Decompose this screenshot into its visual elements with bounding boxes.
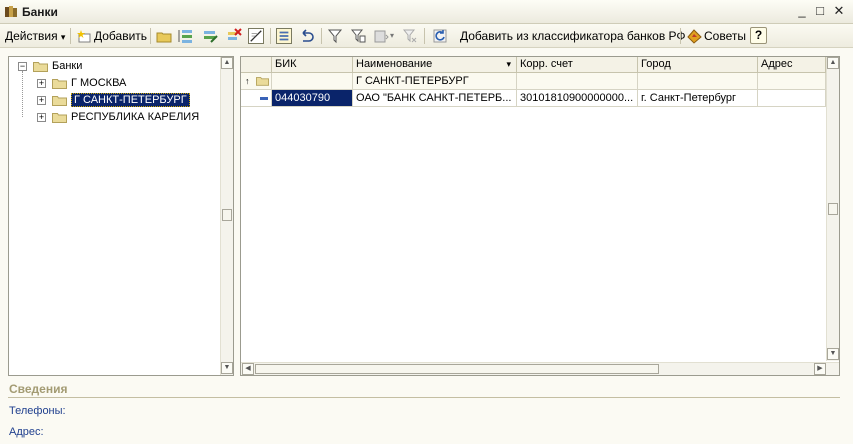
table-cell-name[interactable]: ОАО "БАНК САНКТ-ПЕТЕРБ... [353, 90, 517, 107]
toolbar-separator [680, 28, 681, 44]
grid-horizontal-scrollbar[interactable]: ◀ ▶ [241, 362, 839, 375]
expand-icon[interactable]: + [37, 113, 46, 122]
toolbar-separator [150, 28, 151, 44]
column-header-bik[interactable]: БИК [272, 57, 353, 73]
table-row-group[interactable]: ↑ [241, 73, 272, 90]
filter-icon[interactable] [327, 28, 343, 44]
column-header-name[interactable]: Наименование ▾ [353, 57, 517, 73]
tips-icon [687, 29, 702, 44]
scroll-thumb[interactable] [828, 203, 838, 215]
books-icon [5, 6, 17, 17]
add-icon [77, 30, 91, 43]
table-cell-city[interactable]: г. Санкт-Петербург [638, 90, 758, 107]
chevron-down-icon[interactable]: ▾ [390, 27, 394, 45]
column-header-city[interactable]: Город [638, 57, 758, 73]
expand-icon[interactable]: + [37, 79, 46, 88]
chevron-down-icon: ▾ [60, 32, 66, 42]
new-folder-icon[interactable] [156, 28, 172, 44]
expand-icon[interactable]: + [37, 96, 46, 105]
history-icon[interactable] [373, 28, 389, 44]
scroll-thumb[interactable] [255, 364, 659, 374]
level-up-icon: ↑ [245, 76, 250, 86]
column-header-name-label: Наименование [356, 58, 433, 70]
bank-item-icon [260, 97, 268, 100]
toolbar-separator [321, 28, 322, 44]
grid-vertical-scrollbar[interactable]: ▲ ▼ [826, 57, 839, 361]
table-cell-corr[interactable]: 30101810900000000... [517, 90, 638, 107]
folder-icon [52, 113, 67, 123]
window-title: Банки [22, 5, 58, 19]
table-cell-group-name[interactable]: Г САНКТ-ПЕТЕРБУРГ [353, 73, 517, 90]
folder-icon [33, 62, 48, 72]
column-header-corr[interactable]: Корр. счет [517, 57, 638, 73]
add-from-classifier-button[interactable]: Добавить из классификатора банков РФ [460, 27, 686, 45]
address-label: Адрес: [9, 426, 44, 438]
add-button[interactable]: Добавить [94, 27, 147, 45]
scroll-down-icon[interactable]: ▼ [221, 362, 233, 374]
sort-desc-icon: ▾ [506, 59, 511, 69]
column-header-address[interactable]: Адрес [758, 57, 826, 73]
folder-icon [52, 96, 67, 106]
refresh-icon[interactable] [432, 28, 448, 44]
level-up-icon[interactable] [299, 28, 315, 44]
details-section-title: Сведения [9, 382, 68, 396]
tree-root[interactable]: Банки [52, 58, 82, 74]
maximize-button[interactable]: □ [812, 3, 828, 19]
scroll-thumb[interactable] [222, 209, 232, 221]
tree-scrollbar[interactable]: ▲ ▼ [220, 57, 233, 375]
title-bar: Банки _ □ ✕ [0, 0, 853, 24]
scroll-down-icon[interactable]: ▼ [827, 348, 839, 360]
actions-menu-button[interactable]: Действия ▾ [5, 27, 65, 45]
actions-menu-label: Действия [5, 29, 58, 43]
scroll-left-icon[interactable]: ◀ [242, 363, 254, 375]
toolbar-separator [424, 28, 425, 44]
folder-icon [52, 79, 67, 89]
tree-item-saint-petersburg[interactable]: Г САНКТ-ПЕТЕРБУРГ [71, 93, 190, 107]
column-header-icon [241, 57, 272, 73]
table-cell[interactable] [638, 73, 758, 90]
minimize-button[interactable]: _ [794, 3, 810, 19]
phones-label: Телефоны: [9, 405, 66, 417]
close-button[interactable]: ✕ [831, 3, 847, 19]
hierarchy-icon[interactable] [276, 28, 292, 44]
table-row[interactable] [241, 90, 272, 107]
tree-item-karelia[interactable]: РЕСПУБЛИКА КАРЕЛИЯ [71, 109, 199, 125]
details-divider [8, 397, 840, 398]
filter-list-icon[interactable] [350, 28, 366, 44]
tree-item-moscow[interactable]: Г МОСКВА [71, 75, 126, 91]
folder-icon [256, 77, 269, 86]
scroll-up-icon[interactable]: ▲ [221, 57, 233, 69]
toolbar: Действия ▾ Добавить ▾ Добавить из класси… [0, 24, 853, 48]
table-cell[interactable] [758, 73, 826, 90]
table-cell-bik[interactable]: 044030790 [272, 90, 353, 107]
clear-filter-icon[interactable] [402, 28, 418, 44]
scroll-right-icon[interactable]: ▶ [814, 363, 826, 375]
table-cell[interactable] [272, 73, 353, 90]
table-cell[interactable] [517, 73, 638, 90]
collapse-icon[interactable]: − [18, 62, 27, 71]
help-button[interactable]: ? [750, 27, 767, 44]
edit-icon[interactable] [202, 28, 218, 44]
banks-table: БИК Наименование ▾ Корр. счет Город Адре… [240, 56, 840, 376]
copy-icon[interactable] [178, 28, 194, 44]
table-cell-address[interactable] [758, 90, 826, 107]
groups-tree: − Банки + Г МОСКВА + Г САНКТ-ПЕТЕРБУРГ +… [8, 56, 234, 376]
mark-deletion-icon[interactable] [248, 28, 264, 44]
scroll-up-icon[interactable]: ▲ [827, 57, 839, 69]
tips-button[interactable]: Советы [704, 27, 746, 45]
toolbar-separator [70, 28, 71, 44]
delete-icon[interactable] [226, 28, 242, 44]
toolbar-separator [270, 28, 271, 44]
